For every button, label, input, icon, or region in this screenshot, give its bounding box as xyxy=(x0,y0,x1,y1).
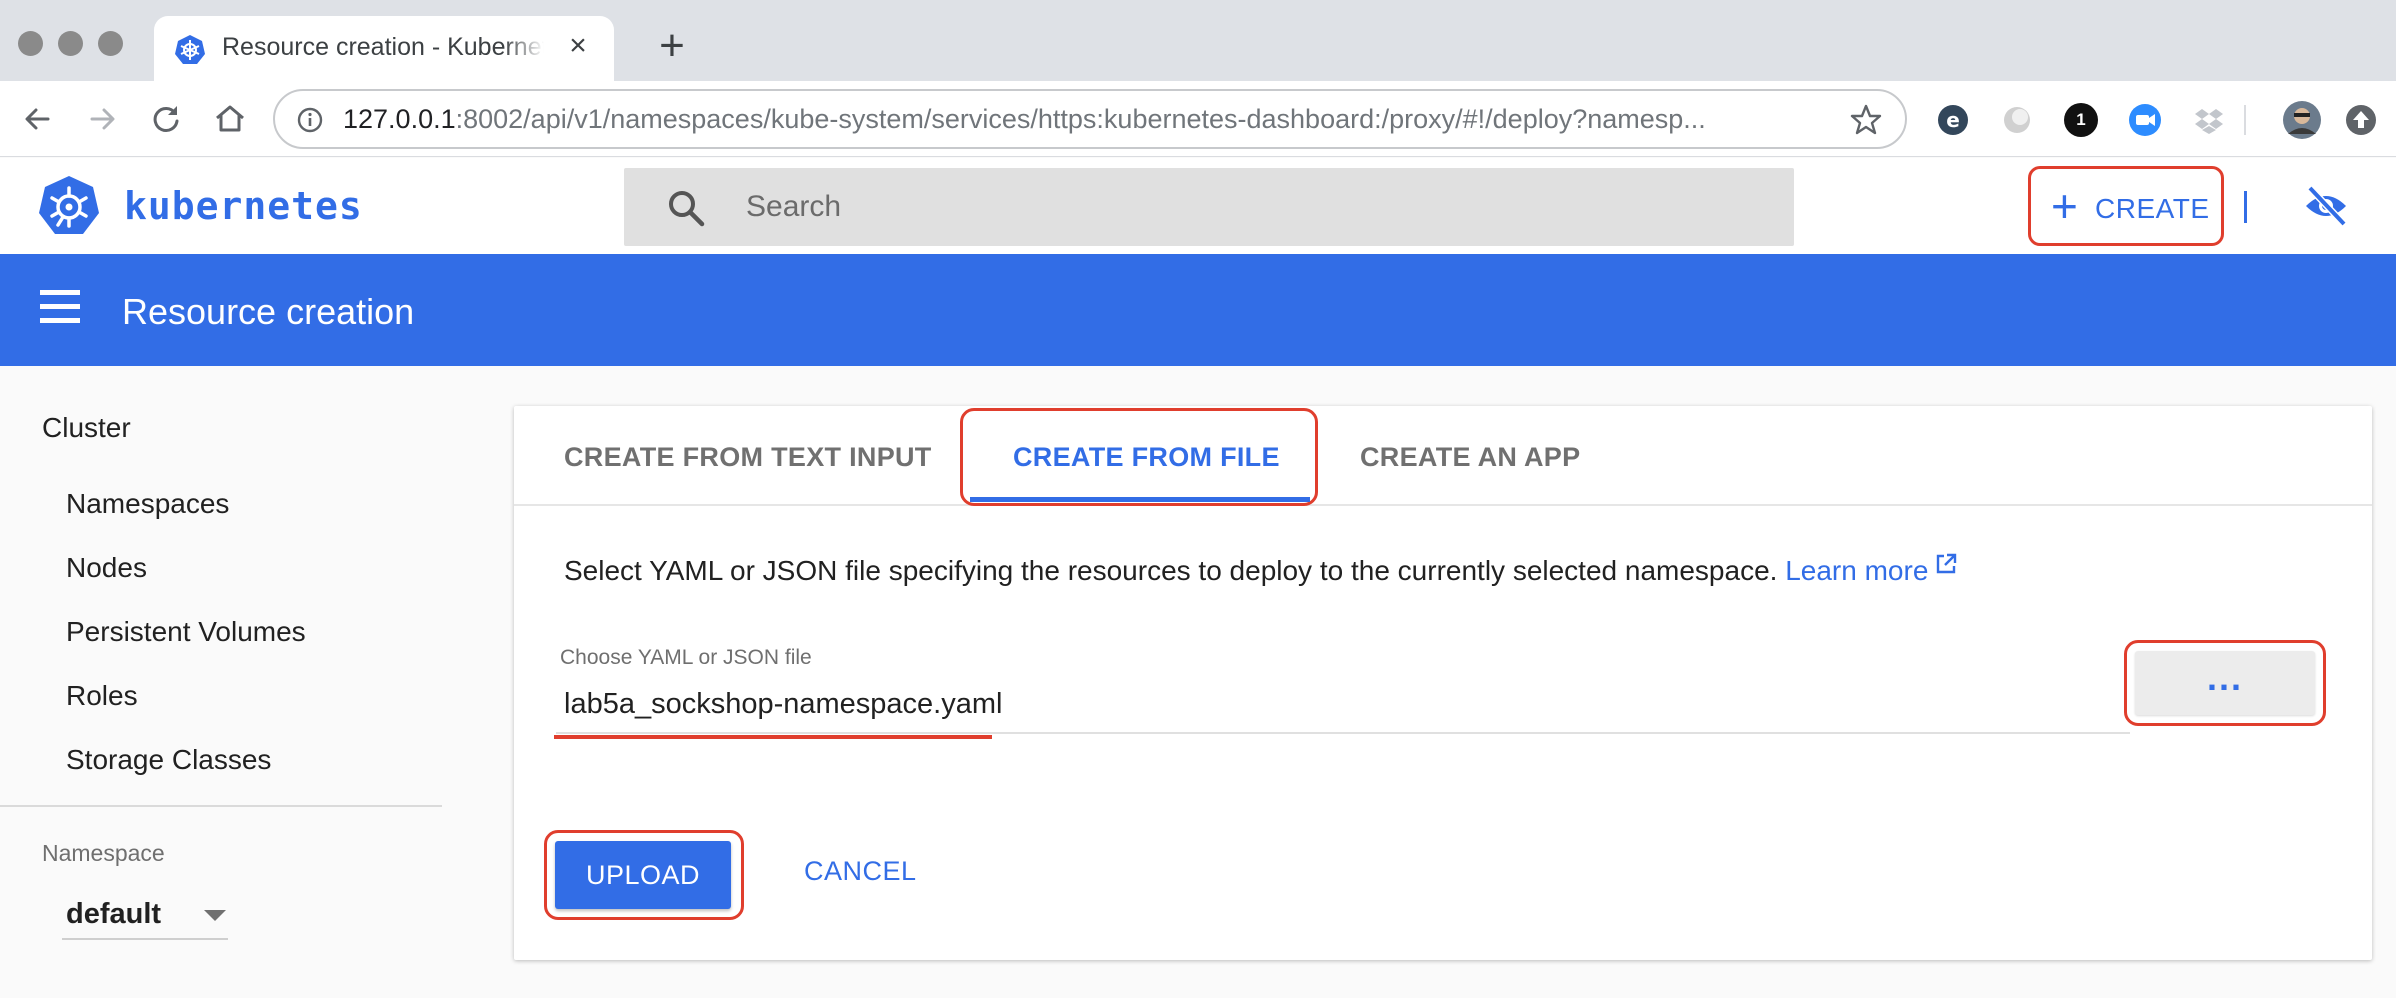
tab-close-icon[interactable]: × xyxy=(562,30,594,62)
site-info-icon[interactable] xyxy=(297,107,323,133)
reload-icon[interactable] xyxy=(144,97,188,141)
extension-circle-icon[interactable] xyxy=(2000,103,2034,137)
update-arrow-icon[interactable] xyxy=(2344,103,2378,137)
sidebar-divider xyxy=(0,805,442,807)
video-camera-extension-icon[interactable] xyxy=(2128,103,2162,137)
sidebar-item-nodes[interactable]: Nodes xyxy=(66,552,147,584)
search-bar[interactable] xyxy=(624,168,1794,246)
namespace-select[interactable]: default xyxy=(62,890,228,940)
profile-avatar-icon[interactable] xyxy=(2282,100,2322,140)
sidebar-item-persistent-volumes[interactable]: Persistent Volumes xyxy=(66,616,306,648)
tab-bar: CREATE FROM TEXT INPUT CREATE FROM FILE … xyxy=(514,406,2372,506)
onepassword-extension-icon[interactable]: 1 xyxy=(2064,103,2098,137)
namespace-value: default xyxy=(66,898,162,930)
window-minimize-dot[interactable] xyxy=(58,31,83,56)
file-instructions: Select YAML or JSON file specifying the … xyxy=(564,552,1958,587)
kubernetes-logo-icon[interactable] xyxy=(36,174,102,240)
upload-button[interactable]: UPLOAD xyxy=(555,841,731,909)
sidebar-item-roles[interactable]: Roles xyxy=(66,680,138,712)
search-input[interactable] xyxy=(746,182,1746,232)
browser-tab-strip: Resource creation - Kubernetes Dashboard… xyxy=(0,0,2396,81)
upload-highlight-annotation: UPLOAD xyxy=(544,830,744,920)
page-title-bar: Resource creation xyxy=(0,254,2396,366)
tab-title: Resource creation - Kubernetes Dashboard xyxy=(222,33,544,63)
header-divider xyxy=(2244,191,2247,223)
namespace-label: Namespace xyxy=(42,840,165,866)
dropbox-extension-icon[interactable] xyxy=(2192,103,2226,137)
svg-text:e: e xyxy=(1946,108,1960,132)
toolbar-divider xyxy=(2244,105,2246,135)
file-input[interactable]: lab5a_sockshop-namespace.yaml xyxy=(564,688,1002,721)
brand-name[interactable]: kubernetes xyxy=(124,184,363,228)
browser-toolbar: 127.0.0.1:8002/api/v1/namespaces/kube-sy… xyxy=(0,81,2396,157)
url-path: :8002/api/v1/namespaces/kube-system/serv… xyxy=(455,104,1706,134)
learn-more-label: Learn more xyxy=(1785,555,1929,586)
create-button-label: CREATE xyxy=(2095,193,2210,224)
app-header: kubernetes + CREATE xyxy=(0,158,2396,254)
url-host: 127.0.0.1 xyxy=(343,104,456,134)
menu-icon[interactable] xyxy=(40,290,80,326)
resource-creation-card: CREATE FROM TEXT INPUT CREATE FROM FILE … xyxy=(514,406,2372,960)
tab-create-from-file[interactable]: CREATE FROM FILE xyxy=(1013,442,1280,473)
file-field-label: Choose YAML or JSON file xyxy=(560,646,812,669)
external-link-icon xyxy=(1937,553,1957,574)
active-tab-indicator xyxy=(970,497,1310,502)
url-text[interactable]: 127.0.0.1:8002/api/v1/namespaces/kube-sy… xyxy=(343,104,1803,136)
home-icon[interactable] xyxy=(208,97,252,141)
file-input-highlight-annotation xyxy=(554,735,992,739)
tab-create-an-app[interactable]: CREATE AN APP xyxy=(1360,442,1580,473)
file-input-underline xyxy=(556,732,2130,734)
browse-highlight-annotation: ... xyxy=(2124,640,2326,726)
back-arrow-icon[interactable] xyxy=(16,97,60,141)
dropdown-caret-icon xyxy=(204,910,226,921)
extension-e-icon[interactable]: e xyxy=(1936,103,1970,137)
browse-file-button[interactable]: ... xyxy=(2135,651,2315,715)
create-button[interactable]: + CREATE xyxy=(2028,166,2224,246)
upload-button-label: UPLOAD xyxy=(585,860,701,890)
address-bar[interactable]: 127.0.0.1:8002/api/v1/namespaces/kube-sy… xyxy=(273,89,1907,149)
sidebar-item-namespaces[interactable]: Namespaces xyxy=(66,488,229,520)
page-title: Resource creation xyxy=(122,291,415,332)
window-zoom-dot[interactable] xyxy=(98,31,123,56)
plus-icon: + xyxy=(2051,180,2078,232)
tab-create-from-text-input[interactable]: CREATE FROM TEXT INPUT xyxy=(564,442,932,473)
window-close-dot[interactable] xyxy=(18,31,43,56)
new-tab-button[interactable]: + xyxy=(652,24,692,68)
eye-off-icon[interactable] xyxy=(2302,182,2350,230)
more-horiz-icon: ... xyxy=(2206,657,2243,698)
cancel-button[interactable]: CANCEL xyxy=(804,856,917,887)
learn-more-link[interactable]: Learn more xyxy=(1785,553,1958,586)
sidebar-item-storage-classes[interactable]: Storage Classes xyxy=(66,744,271,776)
search-icon xyxy=(669,191,705,227)
forward-arrow-icon[interactable] xyxy=(80,97,124,141)
instructions-text: Select YAML or JSON file specifying the … xyxy=(564,555,1778,586)
sidebar-section-cluster[interactable]: Cluster xyxy=(42,412,131,444)
sidebar: Cluster Namespaces Nodes Persistent Volu… xyxy=(0,366,470,998)
kubernetes-favicon-icon xyxy=(175,35,205,64)
browser-tab-active[interactable]: Resource creation - Kubernetes Dashboard… xyxy=(154,16,614,81)
bookmark-star-icon[interactable] xyxy=(1849,103,1883,137)
